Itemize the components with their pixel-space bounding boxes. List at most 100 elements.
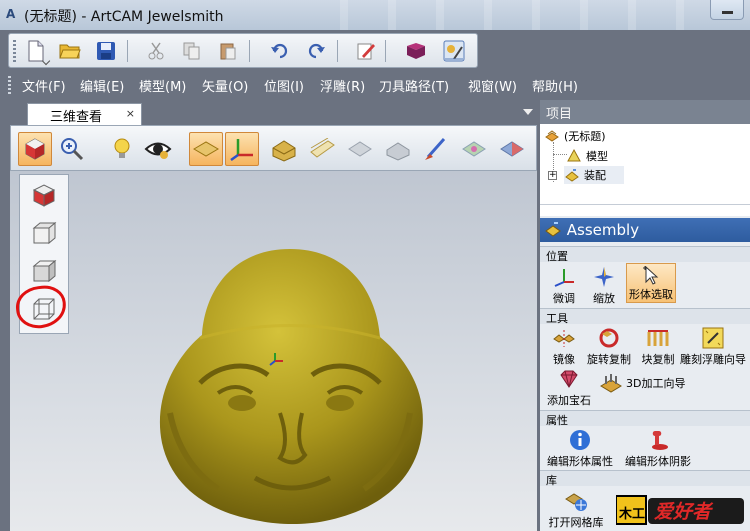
axis-icon[interactable] — [225, 132, 259, 166]
copy-icon[interactable] — [179, 38, 205, 64]
app-icon[interactable]: A — [6, 7, 20, 23]
menu-window[interactable]: 视窗(W) — [468, 76, 517, 95]
cube-view-icon[interactable] — [18, 132, 52, 166]
cursor-icon — [636, 264, 666, 286]
tree-connector — [553, 154, 567, 155]
toolbar-grip[interactable] — [13, 40, 16, 62]
nudge-label: 微调 — [553, 292, 575, 305]
block-copy-icon — [643, 325, 673, 351]
view-toolbar — [10, 125, 537, 171]
relief-model[interactable] — [140, 243, 440, 531]
tree-root-label: (无标题) — [564, 130, 606, 143]
colour-plane2-icon[interactable] — [495, 132, 529, 166]
menu-model[interactable]: 模型(M) — [139, 76, 186, 95]
watermark-prefix: 木工 — [618, 506, 645, 522]
scale-icon — [589, 264, 619, 290]
menu-vector[interactable]: 矢量(O) — [202, 76, 248, 95]
redo-icon[interactable] — [303, 38, 329, 64]
nudge-tool[interactable]: 微调 — [546, 264, 582, 306]
menu-edit[interactable]: 编辑(E) — [80, 76, 124, 95]
light-icon[interactable] — [105, 132, 139, 166]
rotate-copy-icon — [594, 325, 624, 351]
menu-bitmap[interactable]: 位图(I) — [264, 76, 304, 95]
title-bar-background — [300, 0, 720, 30]
add-gem-tool[interactable]: 添加宝石 — [544, 366, 594, 408]
save-icon[interactable] — [93, 38, 119, 64]
zoom-icon[interactable] — [55, 132, 89, 166]
cut-icon[interactable] — [143, 38, 169, 64]
mesh-library-icon — [561, 488, 591, 514]
front-view-icon[interactable] — [28, 217, 60, 249]
layers-icon[interactable] — [305, 132, 339, 166]
3d-viewport[interactable] — [10, 171, 537, 531]
book-icon[interactable] — [403, 38, 429, 64]
rotate-copy-tool[interactable]: 旋转复制 — [584, 325, 634, 367]
mirror-tool[interactable]: 镜像 — [546, 325, 582, 367]
menu-file[interactable]: 文件(F) — [22, 76, 66, 95]
colour-plane-icon[interactable] — [457, 132, 491, 166]
section-position: 位置 — [540, 246, 750, 263]
edit-shape-shadow-tool[interactable]: 编辑形体阴影 — [620, 427, 696, 469]
assembly-header-icon — [545, 222, 561, 237]
tab-3d-view[interactable]: 三维查看 × — [27, 103, 142, 125]
shadow-icon — [643, 427, 673, 453]
edit-icon[interactable] — [353, 38, 379, 64]
tab-close-icon[interactable]: × — [126, 107, 135, 120]
engrave-wizard-label: 雕刻浮雕向导 — [680, 353, 746, 366]
wizard-icon — [698, 325, 728, 351]
project-panel-header: 项目 — [540, 100, 750, 124]
project-root-icon — [545, 130, 559, 142]
machining-icon — [600, 374, 622, 393]
tree-divider — [540, 204, 750, 205]
minimize-button[interactable] — [710, 0, 744, 20]
settings-icon[interactable] — [441, 38, 467, 64]
3d-machining-label: 3D加工向导 — [626, 377, 686, 390]
menu-grip[interactable] — [8, 76, 11, 94]
assembly-icon — [565, 169, 579, 182]
menu-relief[interactable]: 浮雕(R) — [320, 76, 365, 95]
paste-icon[interactable] — [215, 38, 241, 64]
menu-toolpath[interactable]: 刀具路径(T) — [379, 76, 449, 95]
tree-assembly-row[interactable]: 装配 — [564, 166, 624, 184]
shape-select-tool[interactable]: 形体选取 — [626, 263, 676, 303]
engrave-wizard-tool[interactable]: 雕刻浮雕向导 — [678, 325, 748, 367]
watermark-logo: 木工 爱好者 — [616, 495, 744, 525]
eye-icon[interactable] — [141, 132, 175, 166]
iso-view-icon[interactable] — [28, 179, 60, 211]
toolbar-row — [0, 30, 750, 70]
menu-help[interactable]: 帮助(H) — [532, 76, 578, 95]
edit-shape-properties-label: 编辑形体属性 — [547, 455, 613, 468]
grey-block-icon[interactable] — [343, 132, 377, 166]
relief-icon[interactable] — [267, 132, 301, 166]
open-folder-icon[interactable] — [57, 38, 83, 64]
block-copy-tool[interactable]: 块复制 — [638, 325, 678, 367]
rotate-copy-label: 旋转复制 — [587, 353, 631, 366]
edit-shape-properties-tool[interactable]: 编辑形体属性 — [544, 427, 616, 469]
section-library: 库 — [540, 470, 750, 487]
tab-dropdown-icon[interactable] — [523, 109, 533, 115]
tree-model-row[interactable]: 模型 — [566, 148, 608, 164]
tree-expand-toggle[interactable]: + — [548, 171, 557, 180]
open-mesh-library-tool[interactable]: 打开网格库 — [544, 488, 608, 530]
model-icon — [567, 148, 581, 162]
tree-model-label: 模型 — [586, 150, 608, 163]
scale-tool[interactable]: 缩放 — [586, 264, 622, 306]
toolbar-separator — [337, 40, 338, 62]
watermark-text: 爱好者 — [654, 501, 714, 523]
mirror-icon — [549, 325, 579, 351]
title-bar: A (无标题) - ArtCAM Jewelsmith — [0, 0, 750, 30]
info-icon — [565, 427, 595, 453]
document-area: 三维查看 × — [0, 100, 537, 531]
side-view-icon[interactable] — [28, 255, 60, 287]
nudge-icon — [549, 264, 579, 290]
section-properties: 属性 — [540, 410, 750, 427]
3d-machining-wizard-tool[interactable]: 3D加工向导 — [598, 372, 685, 394]
gem-icon — [554, 366, 584, 392]
section-tools: 工具 — [540, 308, 750, 325]
tab-label: 三维查看 — [50, 110, 103, 125]
plane-icon[interactable] — [189, 132, 223, 166]
grey-block2-icon[interactable] — [381, 132, 415, 166]
tree-root-row[interactable]: (无标题) — [544, 128, 606, 144]
brush-icon[interactable] — [419, 132, 453, 166]
undo-icon[interactable] — [267, 38, 293, 64]
